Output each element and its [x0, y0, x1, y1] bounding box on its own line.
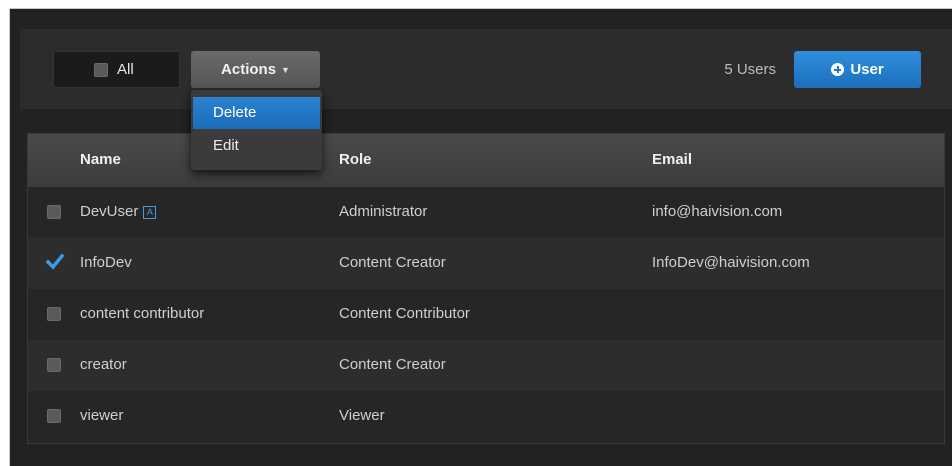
user-count: 5 Users	[724, 61, 776, 78]
table-row[interactable]: InfoDev Content Creator InfoDev@haivisio…	[28, 238, 944, 289]
column-header-role[interactable]: Role	[339, 151, 372, 168]
table-header: Name Role Email	[28, 134, 944, 187]
user-name: viewer	[80, 407, 124, 424]
plus-circle-icon	[831, 63, 845, 76]
menu-item-delete[interactable]: Delete	[193, 97, 320, 129]
checkmark-icon[interactable]	[45, 252, 65, 272]
row-checkbox[interactable]	[47, 358, 61, 372]
table-row[interactable]: viewer Viewer	[28, 391, 944, 442]
table-row[interactable]: content contributor Content Contributor	[28, 289, 944, 340]
select-all-toggle[interactable]: All	[53, 51, 180, 88]
user-name: creator	[80, 356, 127, 373]
user-role: Content Creator	[339, 356, 446, 373]
user-name: DevUser	[80, 203, 139, 220]
user-role: Content Contributor	[339, 305, 470, 322]
table-row[interactable]: DevUser A Administrator info@haivision.co…	[28, 187, 944, 238]
user-name-cell: DevUser A	[80, 203, 157, 220]
select-all-label: All	[117, 61, 134, 78]
row-checkbox[interactable]	[47, 409, 61, 423]
user-email: info@haivision.com	[652, 203, 783, 220]
actions-dropdown-button[interactable]: Actions ▼	[191, 51, 320, 88]
add-user-button[interactable]: User	[794, 51, 921, 88]
user-name: InfoDev	[80, 254, 132, 271]
column-header-email[interactable]: Email	[652, 151, 692, 168]
menu-item-edit[interactable]: Edit	[193, 130, 320, 162]
user-name: content contributor	[80, 305, 205, 322]
table-row[interactable]: creator Content Creator	[28, 340, 944, 391]
select-all-checkbox[interactable]	[94, 62, 108, 77]
actions-label: Actions	[221, 61, 277, 78]
users-table: Name Role Email DevUser A Administrator i…	[27, 133, 945, 444]
row-checkbox[interactable]	[47, 205, 61, 219]
column-header-name[interactable]: Name	[80, 151, 121, 168]
add-user-label: User	[850, 61, 884, 78]
user-email: InfoDev@haivision.com	[652, 254, 810, 271]
user-role: Administrator	[339, 203, 428, 220]
actions-dropdown-menu: Delete Edit	[191, 90, 322, 170]
user-role: Content Creator	[339, 254, 446, 271]
row-checkbox[interactable]	[47, 307, 61, 321]
user-role: Viewer	[339, 407, 385, 424]
admin-badge-icon: A	[143, 206, 157, 219]
caret-down-icon: ▼	[281, 64, 290, 75]
